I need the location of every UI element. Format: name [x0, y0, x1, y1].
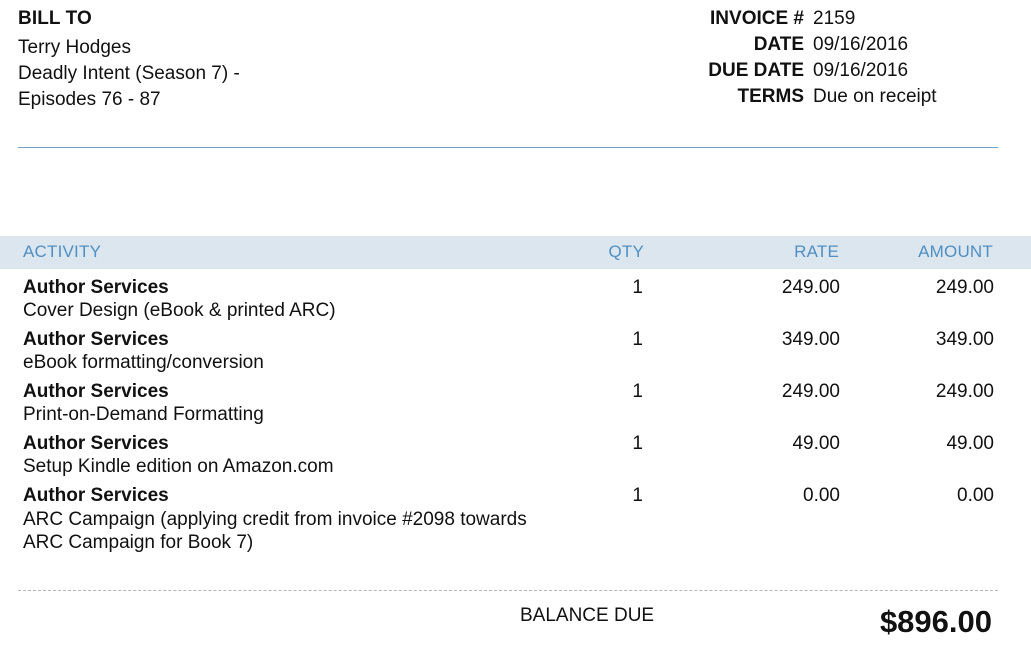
- row-qty: 1: [632, 485, 643, 506]
- row-qty: 1: [632, 433, 643, 454]
- bill-to-project: Deadly Intent (Season 7) -: [18, 63, 240, 84]
- row-amount: 0.00: [957, 485, 994, 506]
- row-amount: 249.00: [935, 277, 994, 298]
- column-header-rate: RATE: [794, 242, 839, 261]
- row-amount: 249.00: [935, 381, 994, 402]
- invoice-date-label: DATE: [753, 34, 804, 55]
- bill-to-episodes: Episodes 76 - 87: [18, 89, 161, 110]
- invoice-number: 2159: [813, 8, 856, 29]
- column-header-activity: ACTIVITY: [23, 242, 102, 261]
- row-rate: 349.00: [781, 329, 840, 350]
- row-qty: 1: [632, 329, 643, 350]
- row-description: Cover Design (eBook & printed ARC): [23, 300, 336, 321]
- bill-to-name: Terry Hodges: [18, 37, 131, 58]
- invoice-date: 09/16/2016: [813, 34, 909, 55]
- due-date: 09/16/2016: [813, 60, 909, 81]
- table-header-band: [0, 236, 1031, 269]
- row-description: Setup Kindle edition on Amazon.com: [23, 456, 334, 477]
- balance-due-value: $896.00: [879, 604, 992, 639]
- row-description: Print-on-Demand Formatting: [23, 404, 264, 425]
- row-title: Author Services: [23, 433, 169, 454]
- row-title: Author Services: [23, 329, 169, 350]
- row-description: ARC Campaign (applying credit from invoi…: [23, 509, 527, 553]
- terms-label: TERMS: [737, 86, 805, 107]
- row-title: Author Services: [23, 381, 169, 402]
- row-rate: 249.00: [781, 381, 840, 402]
- totals-divider: [18, 590, 998, 591]
- column-header-amount: AMOUNT: [918, 242, 993, 261]
- row-rate: 249.00: [781, 277, 840, 298]
- due-date-label: DUE DATE: [708, 60, 804, 81]
- row-amount: 349.00: [935, 329, 994, 350]
- row-rate: 49.00: [792, 433, 840, 454]
- terms-value: Due on receipt: [813, 86, 937, 107]
- row-rate: 0.00: [803, 485, 840, 506]
- invoice-number-label: INVOICE #: [710, 8, 804, 29]
- row-description: eBook formatting/conversion: [23, 352, 264, 373]
- row-amount: 49.00: [946, 433, 994, 454]
- row-qty: 1: [632, 381, 643, 402]
- row-title: Author Services: [23, 485, 169, 506]
- row-qty: 1: [632, 277, 643, 298]
- column-header-qty: QTY: [608, 242, 644, 261]
- bill-to-label: BILL TO: [18, 8, 92, 29]
- header-divider: [18, 147, 998, 148]
- row-title: Author Services: [23, 277, 169, 298]
- balance-due-label: BALANCE DUE: [520, 605, 655, 626]
